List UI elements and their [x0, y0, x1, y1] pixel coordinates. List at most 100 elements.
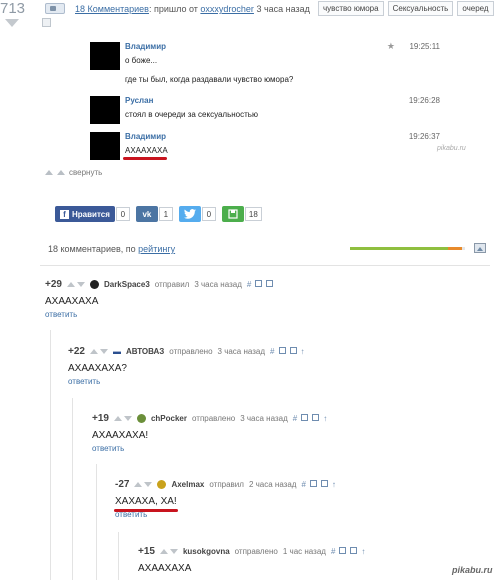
vote-up-icon[interactable] — [159, 549, 168, 554]
like-count: 0 — [115, 207, 130, 221]
image-icon[interactable] — [474, 243, 486, 253]
twitter-count: 0 — [201, 207, 216, 221]
tag-queue[interactable]: очеред — [457, 1, 494, 16]
chat-time: 19:26:37 — [408, 132, 440, 141]
thread-line — [50, 330, 51, 580]
brand-icon: ▬ — [112, 347, 121, 356]
hash-icon[interactable]: # — [270, 347, 274, 356]
save-share[interactable]: 18 — [221, 206, 262, 222]
comment-action: отправлено — [192, 414, 236, 423]
avatar — [89, 280, 99, 289]
comment-author[interactable]: АВТОВАЗ — [126, 347, 164, 356]
vote-down-icon[interactable] — [99, 349, 108, 354]
comment-text: ХАХАХА, ХА! — [115, 496, 177, 507]
parent-arrow-icon[interactable]: ↑ — [332, 480, 336, 489]
collapse-control[interactable]: свернуть — [45, 168, 102, 177]
comment-tools: # — [247, 280, 274, 289]
thread-line — [72, 398, 73, 580]
link-icon[interactable] — [289, 347, 297, 354]
hash-icon[interactable]: # — [247, 280, 251, 289]
hash-icon[interactable]: # — [301, 480, 305, 489]
comment-time: 3 часа назад — [217, 347, 266, 356]
chat-author: Руслан — [125, 96, 154, 105]
link-icon[interactable] — [320, 480, 328, 487]
facebook-like[interactable]: f Нравится 0 — [55, 206, 130, 222]
reply-link[interactable]: ответить — [45, 310, 77, 319]
chat-text: где ты был, когда раздавали чувство юмор… — [125, 75, 294, 84]
vk-share[interactable]: vk 1 — [135, 206, 173, 222]
bookmark-icon[interactable] — [301, 414, 309, 421]
comment-score: +22 — [68, 346, 85, 357]
comment-author[interactable]: chPocker — [151, 414, 187, 423]
twitter-icon[interactable] — [178, 206, 201, 222]
parent-arrow-icon[interactable]: ↑ — [301, 347, 305, 356]
comment: +22 ▬ АВТОВАЗ отправлено 3 часа назад # ↑… — [68, 346, 305, 386]
link-icon[interactable] — [312, 414, 320, 421]
arrow-up-icon — [57, 170, 65, 175]
red-underline — [123, 157, 167, 160]
twitter-share[interactable]: 0 — [178, 206, 216, 222]
comment: +29 DarkSpace3 отправил 3 часа назад # А… — [45, 279, 274, 319]
tag-humor[interactable]: чувство юмора — [318, 1, 384, 16]
divider — [40, 265, 490, 266]
comment-author[interactable]: Axelmax — [171, 480, 204, 489]
reply-link[interactable]: ответить — [68, 377, 100, 386]
comment: +19 chPocker отправлено 3 часа назад # ↑ … — [92, 413, 327, 453]
parent-arrow-icon[interactable]: ↑ — [323, 414, 327, 423]
link-icon[interactable] — [266, 280, 274, 287]
chat-text: стоял в очереди за сексуальностью — [125, 110, 258, 119]
bookmark-icon[interactable] — [278, 347, 286, 354]
reply-link[interactable]: ответить — [92, 444, 124, 453]
rating-bar — [350, 247, 465, 250]
chat-author: Владимир — [125, 132, 167, 141]
comment-action: отправил — [154, 280, 190, 289]
save-icon[interactable] — [221, 206, 244, 222]
comment-tools: # ↑ — [293, 414, 327, 423]
sort-by-rating-link[interactable]: рейтингу — [138, 244, 175, 254]
tag-sexuality[interactable]: Сексуальность — [387, 1, 454, 16]
share-bar: f Нравится 0 vk 1 0 18 — [55, 206, 262, 222]
vote-down-icon[interactable] — [169, 549, 178, 554]
parent-arrow-icon[interactable]: ↑ — [361, 547, 365, 556]
chat-time: 19:25:11 — [409, 42, 440, 51]
collapse-label[interactable]: свернуть — [69, 168, 102, 177]
hash-icon[interactable]: # — [331, 547, 335, 556]
comment-text: АХААХАХА — [138, 563, 192, 574]
vk-icon[interactable]: vk — [135, 206, 158, 222]
vote-up-icon[interactable] — [89, 349, 98, 354]
comment-header: +19 chPocker отправлено 3 часа назад # ↑ — [92, 413, 327, 424]
link-icon[interactable] — [350, 547, 358, 554]
rating-bar-negative — [448, 247, 462, 250]
bookmark-icon[interactable] — [309, 480, 317, 487]
comments-count-label: 18 комментариев, по — [48, 244, 136, 254]
like-label: Нравится — [72, 209, 110, 219]
bookmark-icon[interactable] — [255, 280, 263, 287]
vote-down-icon[interactable] — [123, 416, 132, 421]
vote-up-icon[interactable] — [113, 416, 122, 421]
comment-action: отправлено — [234, 547, 278, 556]
comment-time: 1 час назад — [282, 547, 326, 556]
vote-down-icon[interactable] — [144, 482, 153, 487]
hash-icon[interactable]: # — [293, 414, 297, 423]
post-author-link[interactable]: oxxxydrocher — [200, 4, 254, 14]
facebook-like-button[interactable]: f Нравится — [55, 206, 115, 222]
camera-icon[interactable] — [45, 3, 65, 14]
comment-header: -27 Axelmax отправил 2 часа назад # ↑ — [115, 479, 336, 490]
comment-author[interactable]: kusokgovna — [183, 547, 230, 556]
bookmark-icon[interactable] — [339, 547, 347, 554]
red-underline — [114, 509, 178, 512]
avatar — [136, 414, 146, 423]
comment-text: АХААХАХА — [45, 296, 99, 307]
comment-time: 3 часа назад — [240, 414, 288, 423]
vote-down-icon[interactable] — [5, 19, 19, 27]
comment-header: +29 DarkSpace3 отправил 3 часа назад # — [45, 279, 274, 290]
comment-author[interactable]: DarkSpace3 — [104, 280, 150, 289]
vote-up-icon[interactable] — [134, 482, 143, 487]
vk-count: 1 — [158, 207, 173, 221]
arrow-up-icon — [45, 170, 53, 175]
comments-link[interactable]: 18 Комментариев — [75, 4, 149, 14]
facebook-icon: f — [60, 209, 69, 219]
comment-tools: # ↑ — [301, 480, 336, 489]
vote-up-icon[interactable] — [66, 282, 75, 287]
vote-down-icon[interactable] — [76, 282, 85, 287]
